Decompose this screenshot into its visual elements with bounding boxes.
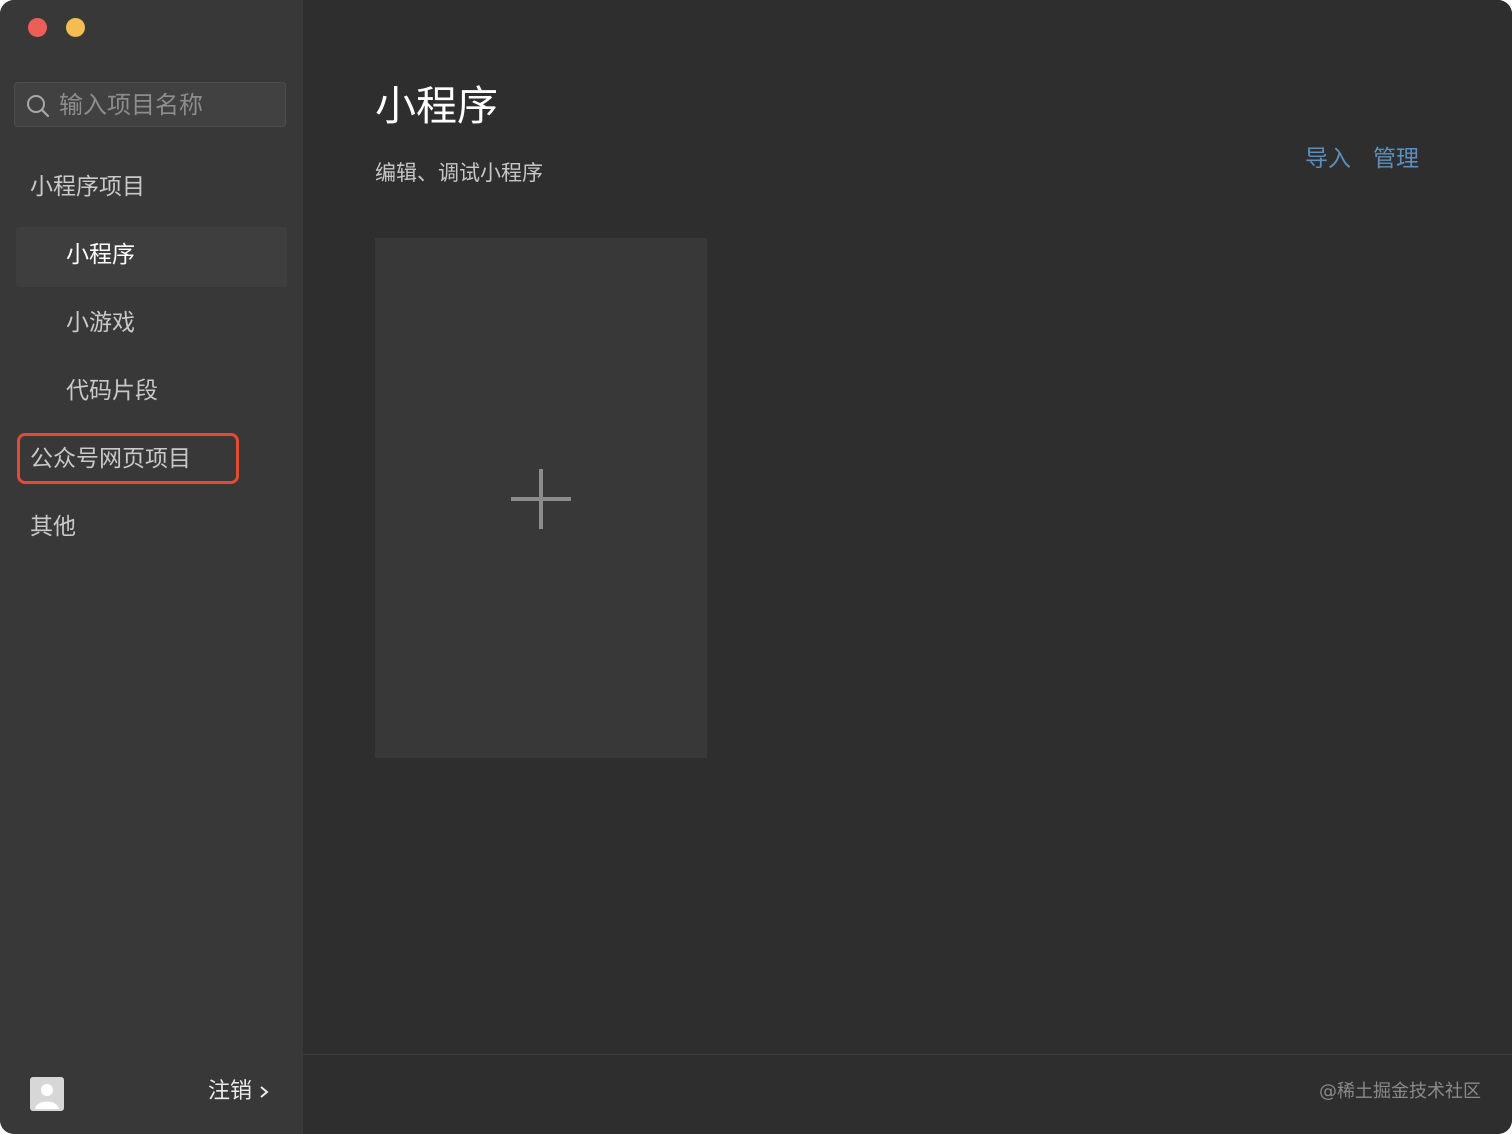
logout-button[interactable]: 注销 (208, 1075, 270, 1109)
search-input[interactable] (59, 83, 279, 126)
manage-link[interactable]: 管理 (1373, 142, 1419, 176)
avatar[interactable] (30, 1077, 64, 1111)
page-title: 小程序 (375, 82, 498, 130)
sidebar-footer: 注销 (0, 1055, 303, 1134)
new-project-card[interactable] (375, 238, 707, 758)
sidebar-item-other[interactable]: 其他 (30, 510, 76, 544)
sidebar-item-official-account-web[interactable]: 公众号网页项目 (30, 442, 191, 476)
sidebar-item-miniprogram[interactable]: 小程序 (66, 238, 135, 272)
plus-icon (511, 469, 571, 529)
main-content: 小程序 编辑、调试小程序 导入 管理 @稀土掘金技术社区 (303, 0, 1512, 1134)
import-link[interactable]: 导入 (1305, 142, 1351, 176)
avatar-icon (35, 1084, 59, 1109)
watermark: @稀土掘金技术社区 (1319, 1081, 1481, 1102)
logout-label: 注销 (208, 1079, 253, 1104)
page-subtitle: 编辑、调试小程序 (375, 161, 543, 185)
window-close-button[interactable] (28, 18, 47, 37)
window-minimize-button[interactable] (66, 18, 85, 37)
footer-divider (303, 1054, 1512, 1055)
sidebar-item-code-snippets[interactable]: 代码片段 (66, 374, 158, 408)
chevron-right-icon (260, 1086, 269, 1098)
sidebar-item-minigame[interactable]: 小游戏 (66, 306, 135, 340)
sidebar-item-miniprogram-projects[interactable]: 小程序项目 (30, 170, 145, 204)
search-icon (27, 95, 50, 118)
app-window: 小程序项目 小程序 小游戏 代码片段 公众号网页项目 其他 注销 小程序 编辑、… (0, 0, 1512, 1134)
search-box[interactable] (14, 82, 286, 127)
sidebar-item-active-bg (16, 227, 287, 287)
sidebar: 小程序项目 小程序 小游戏 代码片段 公众号网页项目 其他 注销 (0, 0, 303, 1134)
